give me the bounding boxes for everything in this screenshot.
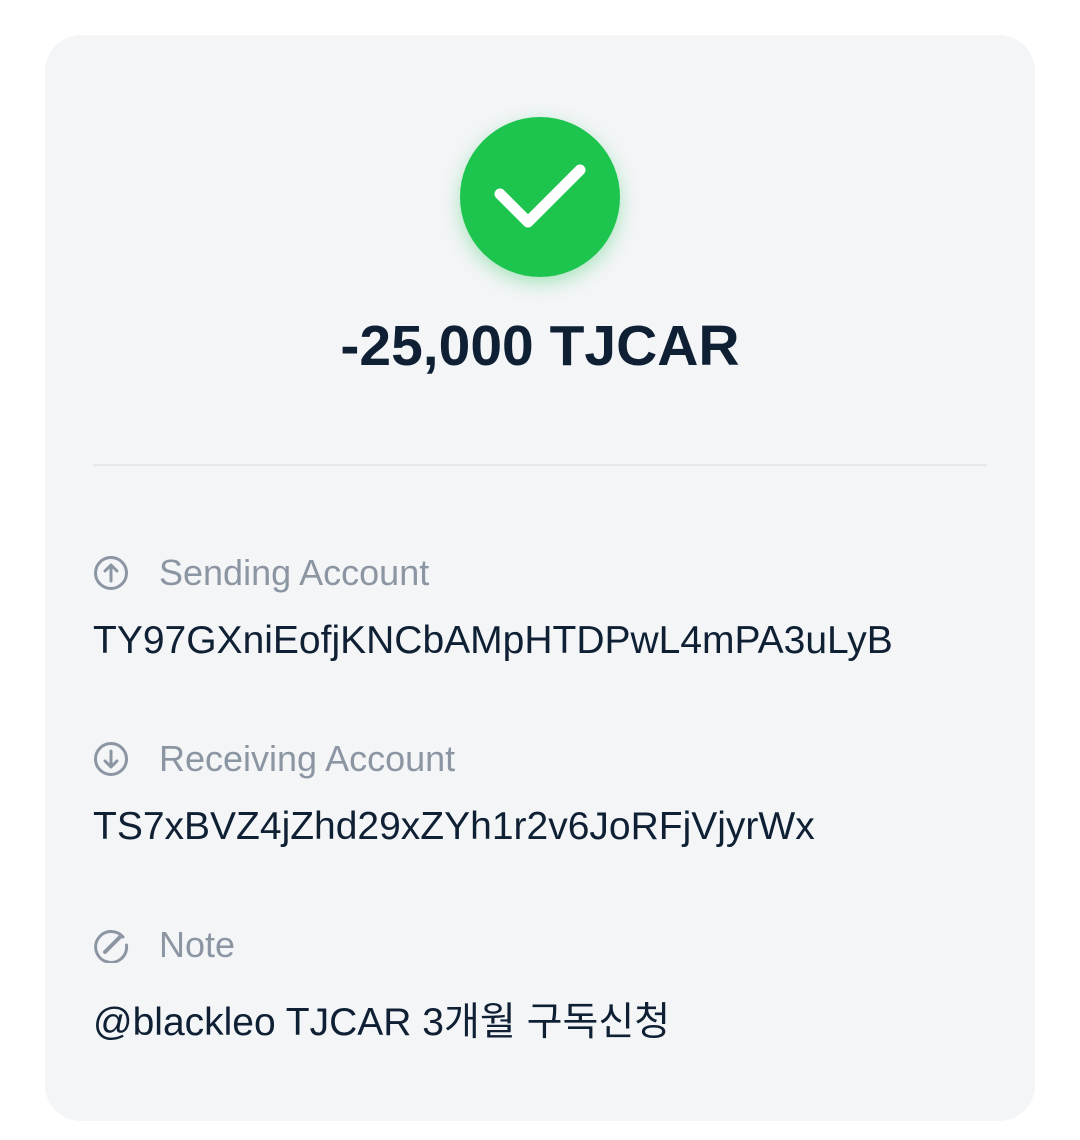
arrow-down-circle-icon	[93, 741, 129, 777]
transaction-detail-card: -25,000 TJCAR Sending Account TY97GXniEo…	[45, 35, 1035, 1121]
receiving-account-address[interactable]: TS7xBVZ4jZhd29xZYh1r2v6JoRFjVjyrWx	[93, 805, 987, 849]
sending-account-label: Sending Account	[159, 552, 430, 593]
note-label: Note	[159, 924, 236, 965]
receiving-account-section: Receiving Account TS7xBVZ4jZhd29xZYh1r2v…	[93, 737, 987, 849]
pencil-circle-icon	[93, 927, 129, 963]
success-check-icon	[460, 117, 620, 277]
note-label-row: Note	[93, 923, 987, 967]
divider	[93, 464, 987, 466]
sending-account-label-row: Sending Account	[93, 551, 987, 595]
sending-account-address[interactable]: TY97GXniEofjKNCbAMpHTDPwL4mPA3uLyB	[93, 619, 987, 663]
note-section: Note @blackleo TJCAR 3개월 구독신청	[93, 923, 987, 1047]
arrow-up-circle-icon	[93, 555, 129, 591]
transaction-amount: -25,000 TJCAR	[340, 314, 740, 378]
receiving-account-label-row: Receiving Account	[93, 737, 987, 781]
receiving-account-label: Receiving Account	[159, 738, 456, 779]
note-text: @blackleo TJCAR 3개월 구독신청	[93, 1001, 671, 1044]
sending-account-section: Sending Account TY97GXniEofjKNCbAMpHTDPw…	[93, 551, 987, 663]
